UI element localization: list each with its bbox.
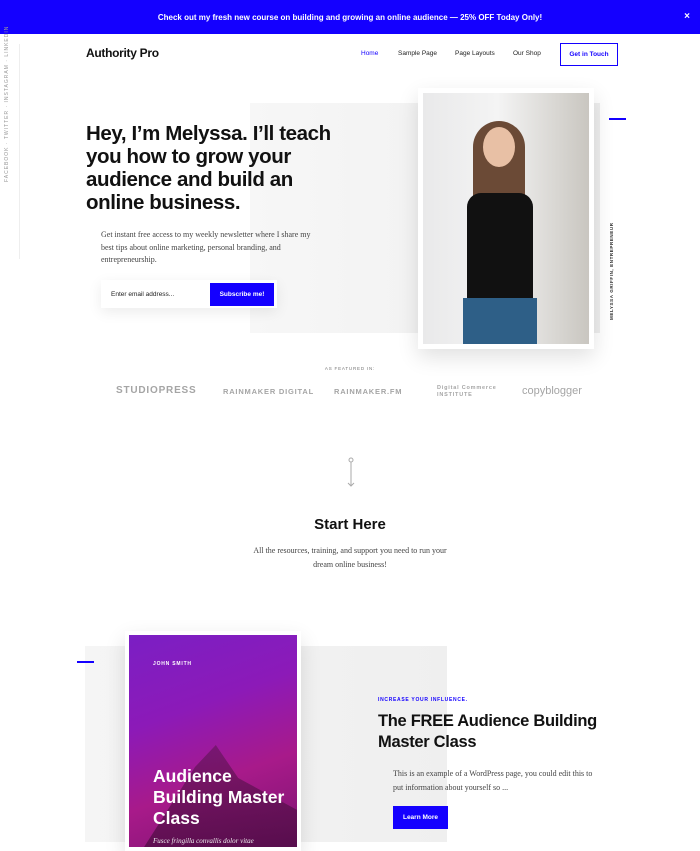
hero-headline: Hey, I’m Melyssa. I’ll teach you how to … [86, 122, 331, 214]
newsletter-form: Subscribe me! [101, 280, 277, 308]
logo-studiopress: STUDIOPRESS [116, 385, 197, 396]
start-here-text: All the resources, training, and support… [253, 546, 447, 569]
site-logo[interactable]: Authority Pro [86, 46, 159, 60]
email-input[interactable] [111, 290, 206, 298]
book-author: JOHN SMITH [153, 661, 192, 667]
banner-text[interactable]: Check out my fresh new course on buildin… [158, 13, 542, 22]
accent-line [77, 661, 94, 663]
nav-sample-page[interactable]: Sample Page [398, 50, 437, 57]
person-top [467, 193, 533, 303]
start-here-title: Start Here [314, 516, 386, 533]
subscribe-button[interactable]: Subscribe me! [210, 282, 274, 306]
course-kicker: INCREASE YOUR INFLUENCE. [378, 697, 468, 703]
announcement-banner[interactable]: Check out my fresh new course on buildin… [0, 0, 700, 34]
person-jeans [463, 298, 537, 344]
logo-dci: Digital Commerce INSTITUTE [437, 385, 497, 398]
course-book-cover[interactable]: JOHN SMITH Audience Building Master Clas… [125, 631, 301, 851]
scroll-arrow-icon[interactable] [346, 457, 356, 488]
close-icon[interactable]: × [684, 11, 690, 22]
hero-photo [418, 88, 594, 349]
book-title: Audience Building Master Class [153, 766, 285, 828]
course-title: The FREE Audience Building Master Class [378, 712, 597, 751]
photo-caption: MELYSSA GRIFFIN, ENTREPRENEUR [609, 222, 614, 320]
logo-rainmaker-digital: RAINMAKER DIGITAL [223, 387, 314, 396]
social-sidebar [0, 44, 20, 259]
course-text: This is an example of a WordPress page, … [393, 769, 593, 792]
nav-our-shop[interactable]: Our Shop [513, 50, 541, 57]
logo-copyblogger: copyblogger [522, 385, 582, 397]
nav-home[interactable]: Home [361, 50, 378, 57]
person-face [483, 127, 515, 167]
nav-page-layouts[interactable]: Page Layouts [455, 50, 495, 57]
logo-rainmaker-fm: RAINMAKER.FM [334, 387, 403, 396]
featured-label: AS FEATURED IN: [324, 366, 376, 371]
book-subtitle: Fusce fringilla convallis dolor vitae [153, 837, 254, 845]
social-links[interactable]: FACEBOOK · TWITTER · INSTAGRAM · LINKEDI… [4, 26, 10, 182]
learn-more-button[interactable]: Learn More [393, 806, 448, 829]
hero-intro: Get instant free access to my weekly new… [101, 230, 311, 264]
get-in-touch-button[interactable]: Get in Touch [560, 43, 618, 66]
accent-line [609, 118, 626, 120]
